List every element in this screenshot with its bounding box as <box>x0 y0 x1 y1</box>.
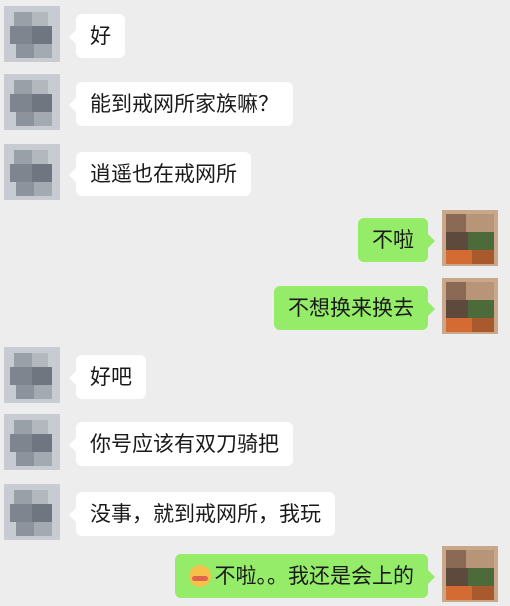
message-text: 能到戒网所家族嘛？ <box>90 92 279 116</box>
incoming-message-bubble[interactable]: 好吧 <box>69 355 146 399</box>
incoming-message-bubble[interactable]: 你号应该有双刀骑把 <box>69 422 293 466</box>
message-row: 没事，就到戒网所，我玩 <box>0 484 510 544</box>
contact-avatar[interactable] <box>4 6 60 62</box>
message-text: 好 <box>90 24 111 48</box>
contact-avatar[interactable] <box>4 484 60 540</box>
message-row: 不啦 <box>0 210 510 270</box>
incoming-message-bubble[interactable]: 没事，就到戒网所，我玩 <box>69 492 335 536</box>
message-row: 能到戒网所家族嘛？ <box>0 74 510 134</box>
smiling-face-emoji-icon <box>188 565 211 587</box>
message-text: 逍遥也在戒网所 <box>90 162 237 186</box>
contact-avatar[interactable] <box>4 347 60 403</box>
message-row: 你号应该有双刀骑把 <box>0 414 510 474</box>
contact-avatar[interactable] <box>4 74 60 130</box>
outgoing-message-bubble[interactable]: 不啦 <box>358 218 435 262</box>
message-text: 不想换来换去 <box>288 296 414 320</box>
contact-avatar[interactable] <box>4 414 60 470</box>
message-row: 不想换来换去 <box>0 278 510 338</box>
message-row: 逍遥也在戒网所 <box>0 144 510 204</box>
message-text: 不啦 <box>372 228 414 252</box>
message-text: 不啦。。我还是会上的 <box>214 564 415 588</box>
message-text: 没事，就到戒网所，我玩 <box>90 502 321 526</box>
message-text: 好吧 <box>90 365 132 389</box>
contact-avatar[interactable] <box>4 144 60 200</box>
outgoing-message-bubble[interactable]: 不啦。。我还是会上的 <box>174 554 435 598</box>
incoming-message-bubble[interactable]: 能到戒网所家族嘛？ <box>69 82 293 126</box>
message-text: 你号应该有双刀骑把 <box>90 432 279 456</box>
incoming-message-bubble[interactable]: 逍遥也在戒网所 <box>69 152 251 196</box>
user-avatar[interactable] <box>442 278 498 334</box>
message-row: 不啦。。我还是会上的 <box>0 546 510 606</box>
message-row: 好吧 <box>0 347 510 407</box>
user-avatar[interactable] <box>442 210 498 266</box>
outgoing-message-bubble[interactable]: 不想换来换去 <box>274 286 435 330</box>
incoming-message-bubble[interactable]: 好 <box>69 14 125 58</box>
message-row: 好 <box>0 6 510 66</box>
